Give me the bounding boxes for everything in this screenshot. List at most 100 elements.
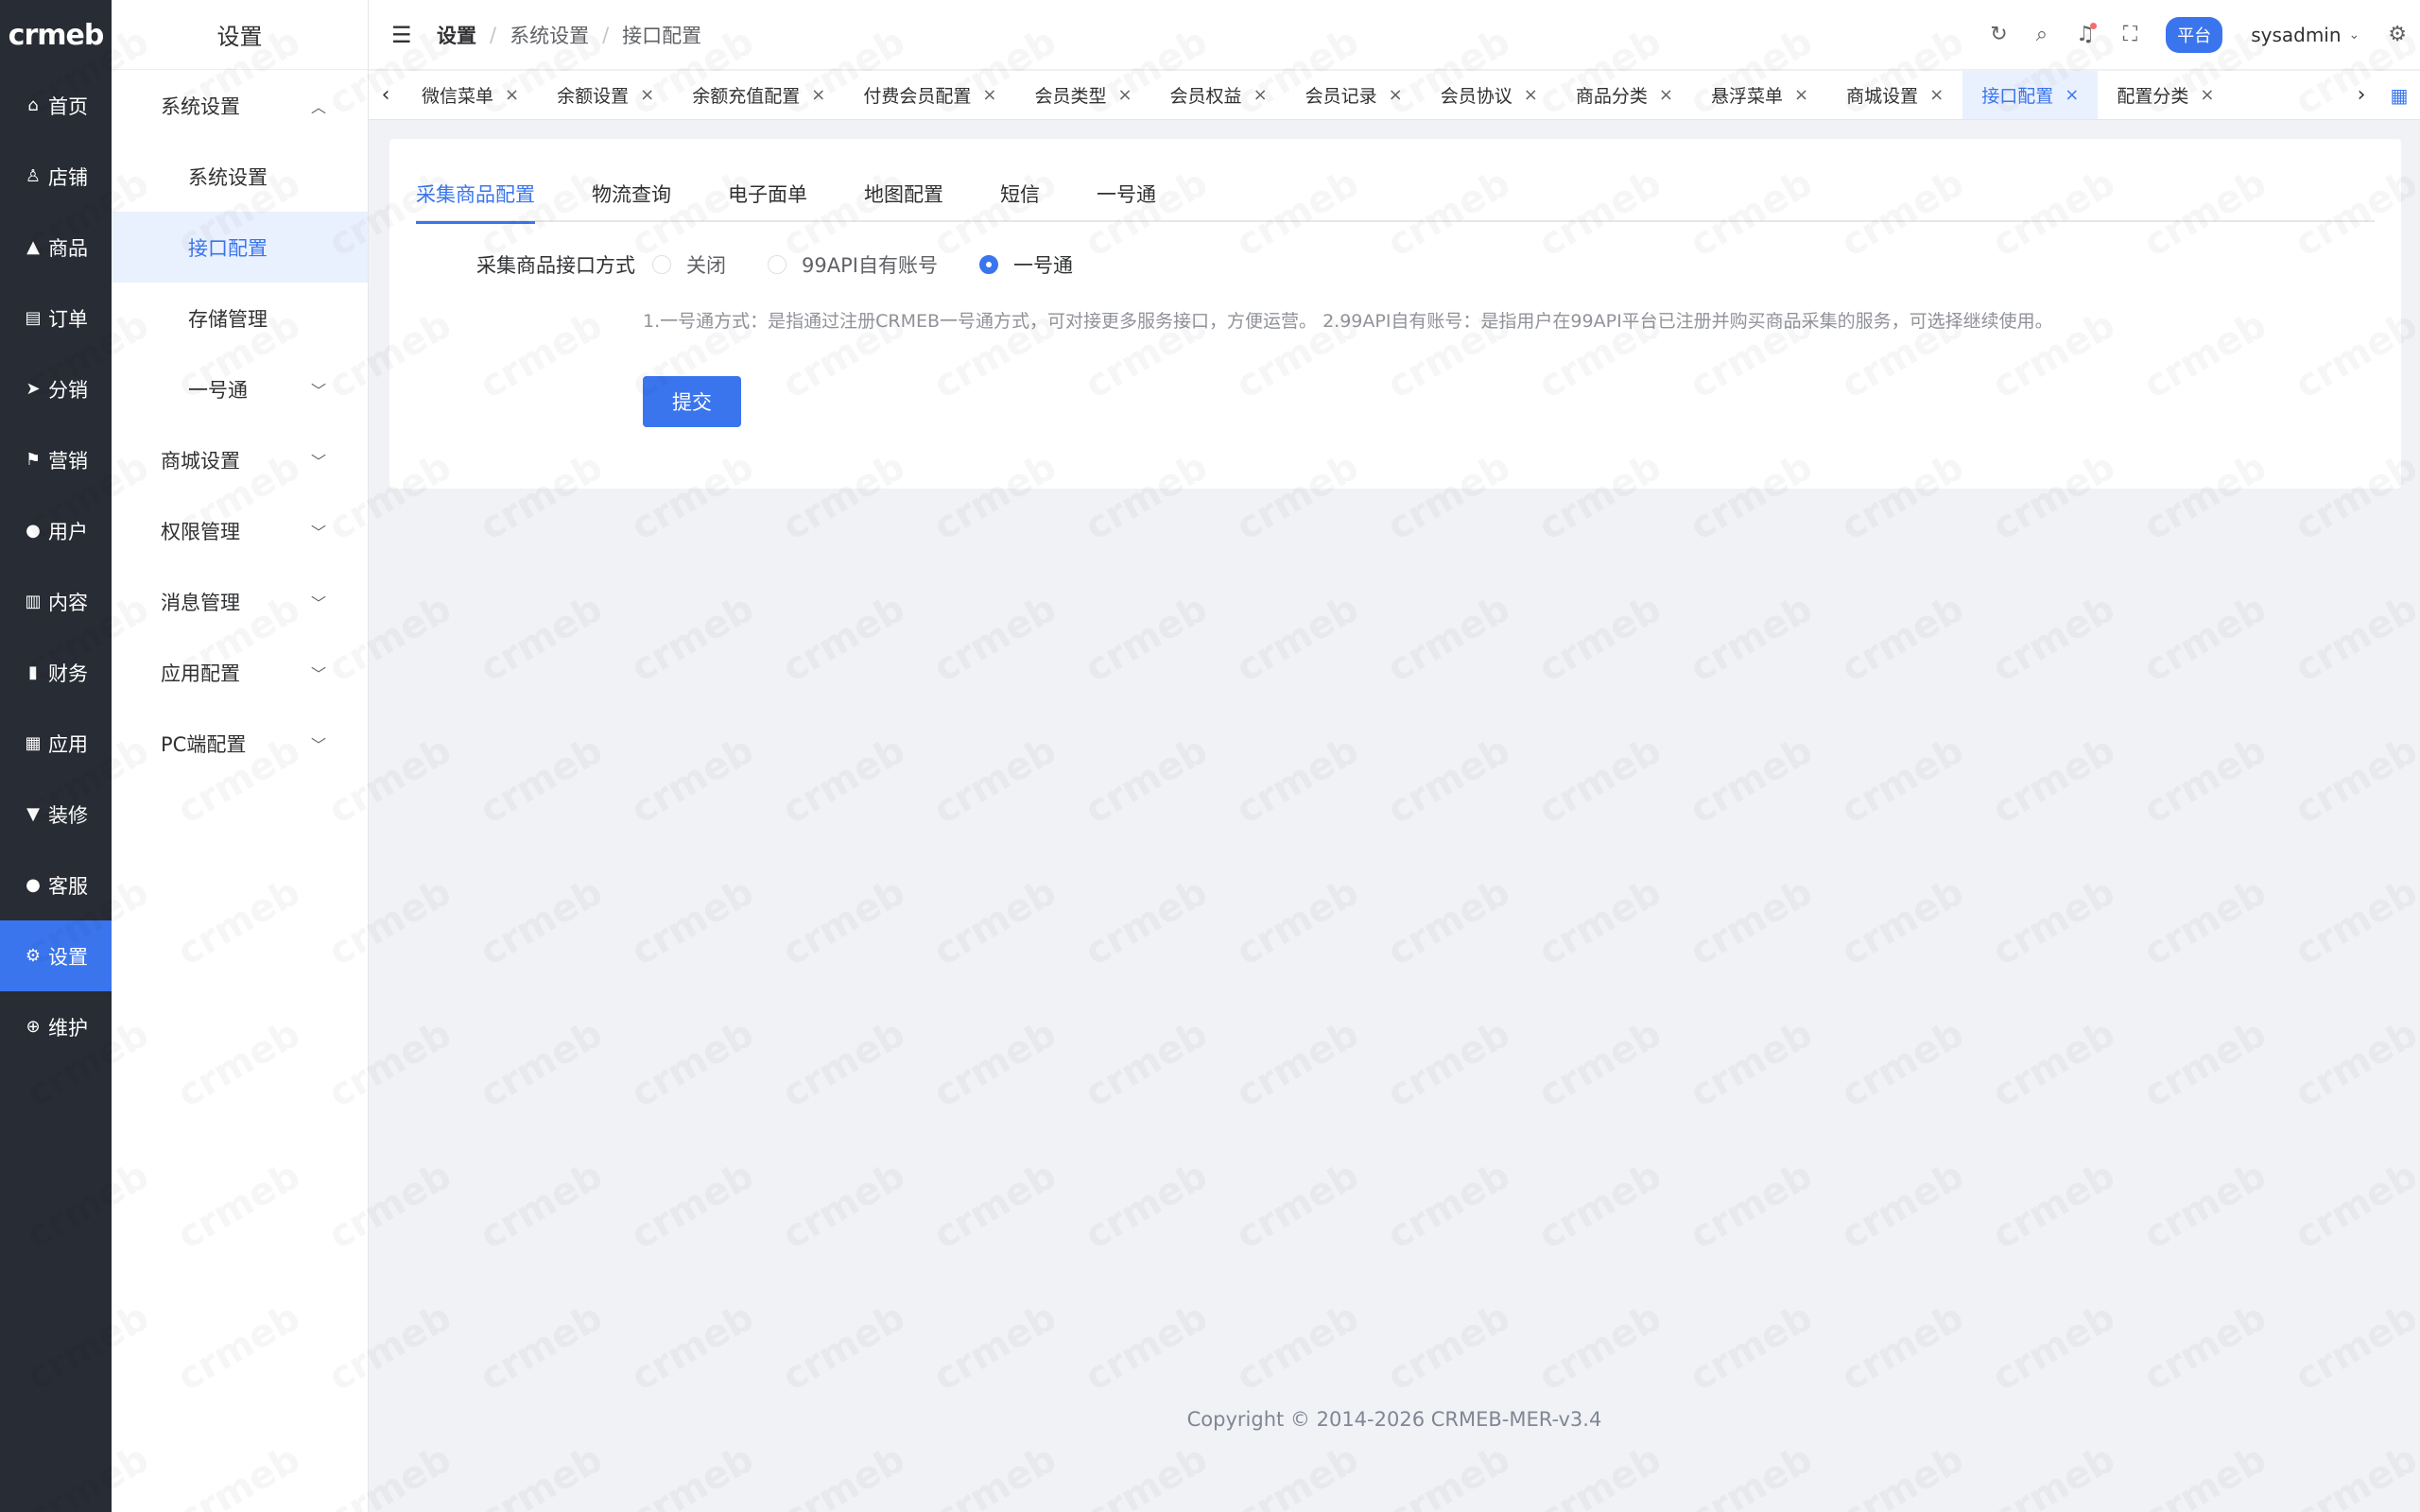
close-icon[interactable]: × [982, 85, 996, 105]
collapse-menu-icon[interactable]: ☰ [391, 22, 425, 48]
tab-tag[interactable]: 微信菜单 × [403, 71, 538, 119]
submenu-item[interactable]: PC端配置 ﹀ [112, 708, 368, 779]
refresh-icon[interactable]: ↻ [1990, 23, 2007, 46]
submenu-item[interactable]: 接口配置 [112, 212, 368, 283]
tag-label: 余额设置 [557, 86, 630, 107]
radio-option[interactable]: 一号通 [978, 250, 1073, 279]
submenu-item[interactable]: 应用配置 ﹀ [112, 637, 368, 708]
tab-tag[interactable]: 会员协议 × [1422, 71, 1557, 119]
rail-item[interactable]: ➤ 分销 [0, 353, 112, 424]
crmeb-logo[interactable]: crmeb [0, 0, 112, 70]
rail-item[interactable]: ● 客服 [0, 850, 112, 920]
rail-item[interactable]: ⚑ 营销 [0, 424, 112, 495]
rail-item[interactable]: ⊕ 维护 [0, 991, 112, 1062]
tag-label: 商城设置 [1846, 86, 1919, 107]
tab-tag[interactable]: 余额设置 × [538, 71, 673, 119]
config-tab[interactable]: 电子面单 [728, 165, 807, 222]
gear-icon[interactable]: ⚙ [2388, 23, 2407, 46]
tags-menu-icon[interactable]: ▦ [2378, 84, 2420, 107]
config-tab[interactable]: 短信 [1000, 165, 1040, 222]
radio-option[interactable]: 关闭 [652, 250, 726, 279]
tab-tag[interactable]: 会员记录 × [1287, 71, 1422, 119]
config-tab[interactable]: 地图配置 [864, 165, 943, 222]
tag-label: 会员类型 [1034, 86, 1107, 107]
rail-item[interactable]: ♙ 店铺 [0, 141, 112, 212]
rail-item[interactable]: ⌂ 首页 [0, 70, 112, 141]
top-header: ☰ 设置 / 系统设置 / 接口配置 ↻ ⌕ ♫ ⛶ 平台 sysadmin ⌄… [369, 0, 2420, 70]
tab-tag[interactable]: 会员权益 × [1151, 71, 1287, 119]
submenu-item[interactable]: 系统设置 ︿ [112, 70, 368, 141]
submenu-item[interactable]: 系统设置 [112, 141, 368, 212]
rail-item[interactable]: ● 用户 [0, 495, 112, 566]
close-icon[interactable]: × [1253, 85, 1268, 105]
rail-item-label: 订单 [48, 307, 88, 331]
rail-item-label: 用户 [48, 520, 88, 543]
radio-circle[interactable] [652, 255, 671, 274]
close-icon[interactable]: × [1524, 85, 1538, 105]
config-tab[interactable]: 物流查询 [592, 165, 671, 222]
bar-chart-icon: ▮ [28, 662, 38, 682]
platform-badge[interactable]: 平台 [2166, 16, 2223, 53]
tags-scroll-left-icon[interactable]: ‹ [369, 83, 403, 107]
username: sysadmin [2251, 23, 2342, 46]
submenu-item[interactable]: 权限管理 ﹀ [112, 495, 368, 566]
tab-tag[interactable]: 会员类型 × [1015, 71, 1150, 119]
bell-icon[interactable]: ♫ [2076, 23, 2097, 46]
tab-tag[interactable]: 悬浮菜单 × [1692, 71, 1827, 119]
close-icon[interactable]: × [505, 85, 519, 105]
close-icon[interactable]: × [1929, 85, 1944, 105]
tab-tag[interactable]: 余额充值配置 × [673, 71, 844, 119]
submenu-item[interactable]: 存储管理 [112, 283, 368, 353]
close-icon[interactable]: × [640, 85, 654, 105]
flag-icon: ⚑ [25, 450, 42, 470]
submenu-item[interactable]: 商城设置 ﹀ [112, 424, 368, 495]
user-menu[interactable]: sysadmin ⌄ [2251, 24, 2360, 46]
submenu-item[interactable]: 消息管理 ﹀ [112, 566, 368, 637]
tab-tag[interactable]: 接口配置 × [1962, 71, 2099, 119]
close-icon[interactable]: × [2200, 85, 2214, 105]
tab-tag[interactable]: 商城设置 × [1827, 71, 1962, 119]
config-tab[interactable]: 一号通 [1097, 165, 1156, 222]
tab-tag[interactable]: 商品分类 × [1557, 71, 1692, 119]
close-icon[interactable]: × [811, 85, 825, 105]
radio-label: 一号通 [1012, 254, 1073, 277]
fullscreen-icon[interactable]: ⛶ [2123, 23, 2137, 46]
chevron-down-icon: ﹀ [310, 664, 326, 683]
submenu-item-label: 一号通 [188, 378, 248, 402]
send-icon: ➤ [26, 379, 41, 399]
close-icon[interactable]: × [1389, 85, 1403, 105]
rail-item[interactable]: ▥ 内容 [0, 566, 112, 637]
rail-item[interactable]: ⚙ 设置 [0, 920, 112, 991]
rail-item-label: 设置 [48, 945, 88, 969]
close-icon[interactable]: × [1794, 85, 1808, 105]
submenu-item[interactable]: 一号通 ﹀ [112, 353, 368, 424]
rail-item-label: 应用 [48, 732, 88, 756]
submenu-item-label: 权限管理 [161, 520, 240, 543]
tab-tag[interactable]: 付费会员配置 × [844, 71, 1015, 119]
tag-label: 会员协议 [1440, 86, 1512, 107]
breadcrumb-item[interactable]: 系统设置 [510, 21, 589, 49]
rail-item-label: 分销 [48, 378, 88, 402]
close-icon[interactable]: × [2065, 85, 2079, 105]
radio-circle[interactable] [978, 255, 998, 274]
home-icon: ⌂ [27, 95, 39, 115]
submenu-item-label: PC端配置 [161, 732, 247, 756]
submit-button[interactable]: 提交 [643, 376, 741, 427]
close-icon[interactable]: × [1659, 85, 1673, 105]
rail-item[interactable]: ▤ 订单 [0, 283, 112, 353]
copyright: Copyright © 2014-2026 CRMEB-MER-v3.4 [1186, 1408, 1602, 1431]
rail-item-label: 商品 [48, 236, 88, 260]
tags-scroll-right-icon[interactable]: › [2344, 83, 2378, 107]
radio-option[interactable]: 99API自有账号 [768, 250, 938, 279]
rail-item[interactable]: ▮ 财务 [0, 637, 112, 708]
submenu-item-label: 消息管理 [161, 591, 240, 614]
close-icon[interactable]: × [1117, 85, 1132, 105]
tab-tag[interactable]: 配置分类 × [2098, 71, 2233, 119]
rail-item[interactable]: ▲ 商品 [0, 212, 112, 283]
rail-item[interactable]: ▼ 装修 [0, 779, 112, 850]
radio-circle[interactable] [768, 255, 786, 274]
rail-item[interactable]: ▦ 应用 [0, 708, 112, 779]
config-tab[interactable]: 采集商品配置 [416, 165, 535, 224]
user-icon: ● [26, 521, 41, 541]
search-icon[interactable]: ⌕ [2036, 23, 2048, 46]
